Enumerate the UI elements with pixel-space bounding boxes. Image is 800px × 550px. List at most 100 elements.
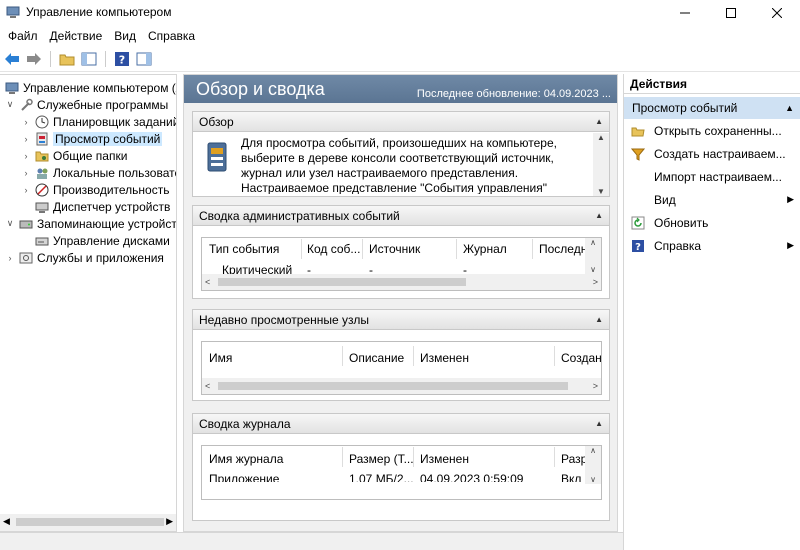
tree-item-storage[interactable]: ∨ Запоминающие устройст (4, 215, 176, 232)
scrollbar-thumb[interactable] (218, 382, 568, 390)
chevron-right-icon[interactable]: › (20, 151, 32, 161)
action-label: Справка (654, 238, 702, 253)
vertical-scrollbar[interactable]: ∧ ∨ (585, 446, 601, 484)
overview-scrollbar[interactable]: ▲ ▼ (593, 133, 609, 196)
action-open-saved[interactable]: Открыть сохраненны... (624, 119, 800, 142)
column-header[interactable]: Описание (349, 351, 404, 365)
collapse-icon[interactable]: ▲ (595, 117, 603, 126)
scroll-right-icon[interactable]: > (593, 277, 598, 287)
panel-header[interactable]: Сводка журнала ▲ (193, 414, 609, 434)
title-bar: Управление компьютером (0, 0, 800, 26)
tree-item-performance[interactable]: › Производительность (20, 181, 170, 198)
column-header[interactable]: Источник (369, 242, 420, 256)
tree-label: Диспетчер устройств (53, 199, 171, 214)
column-separator (532, 239, 533, 259)
collapse-icon[interactable]: ▲ (595, 419, 603, 428)
chevron-right-icon[interactable]: › (20, 168, 32, 178)
panel-header[interactable]: Сводка административных событий ▲ (193, 206, 609, 226)
scrollbar-thumb[interactable] (218, 278, 466, 286)
tree-item-services-apps[interactable]: › Службы и приложения (4, 249, 164, 266)
chevron-down-icon[interactable]: ∨ (4, 99, 16, 110)
table-row[interactable]: Приложение 1,07 МБ/2... 04.09.2023 0:59:… (202, 470, 586, 482)
status-bar (0, 532, 623, 550)
panel-title: Недавно просмотренные узлы (199, 312, 369, 327)
action-create-custom-view[interactable]: Создать настраиваем... (624, 142, 800, 165)
scroll-left-icon[interactable]: < (205, 381, 210, 391)
column-header[interactable]: Журнал (463, 242, 507, 256)
blank-icon (630, 192, 646, 208)
horizontal-scrollbar[interactable]: < > (202, 274, 601, 290)
column-header[interactable]: Тип события (209, 242, 279, 256)
show-hide-action-pane-icon[interactable] (134, 49, 154, 69)
maximize-button[interactable] (708, 0, 754, 26)
action-label: Импорт настраиваем... (654, 169, 782, 184)
scroll-left-icon[interactable]: ◀ (3, 516, 10, 527)
menu-view[interactable]: Вид (108, 29, 142, 43)
panel-header[interactable]: Обзор ▲ (193, 112, 609, 132)
chevron-right-icon[interactable]: › (4, 253, 16, 263)
scroll-right-icon[interactable]: > (593, 381, 598, 391)
tree-item-shared-folders[interactable]: › Общие папки (20, 147, 128, 164)
column-header[interactable]: Имя журнала (209, 452, 283, 466)
actions-pane: Действия Просмотр событий ▲ Открыть сохр… (623, 74, 800, 550)
help-icon[interactable]: ? (112, 49, 132, 69)
collapse-icon[interactable]: ▲ (595, 315, 603, 324)
window-title: Управление компьютером (26, 5, 172, 19)
action-help[interactable]: ? Справка ▶ (624, 234, 800, 257)
up-folder-icon[interactable] (57, 49, 77, 69)
collapse-icon[interactable]: ▲ (595, 211, 603, 220)
column-header[interactable]: Размер (Т... (349, 452, 414, 466)
action-refresh[interactable]: Обновить (624, 211, 800, 234)
tree-item-event-viewer[interactable]: › Просмотр событий (20, 130, 163, 147)
tree-item-disk-management[interactable]: Управление дисками (32, 232, 170, 249)
tree-item-root[interactable]: Управление компьютером (л (2, 79, 176, 96)
tree-item-device-manager[interactable]: Диспетчер устройств (32, 198, 170, 215)
minimize-button[interactable] (662, 0, 708, 26)
column-header[interactable]: Последн (539, 242, 587, 256)
tree-item-local-users[interactable]: › Локальные пользовате (20, 164, 177, 181)
scroll-left-icon[interactable]: < (205, 277, 210, 287)
column-header[interactable]: Разр (561, 452, 587, 466)
blank-icon (630, 169, 646, 185)
tree-item-task-scheduler[interactable]: › Планировщик заданий (20, 113, 177, 130)
action-import-custom-view[interactable]: Импорт настраиваем... (624, 165, 800, 188)
column-header[interactable]: Код соб... (307, 242, 360, 256)
panel-header[interactable]: Недавно просмотренные узлы ▲ (193, 310, 609, 330)
chevron-right-icon[interactable]: › (20, 185, 32, 195)
chevron-right-icon[interactable]: › (20, 134, 32, 144)
chevron-right-icon[interactable]: › (20, 117, 32, 127)
log-summary-panel: Сводка журнала ▲ Имя журнала Размер (Т..… (192, 413, 610, 521)
tree-horizontal-scrollbar[interactable]: ◀ ▶ (0, 514, 176, 531)
scroll-up-icon[interactable]: ∧ (590, 238, 596, 247)
column-header[interactable]: Изменен (420, 452, 469, 466)
scroll-up-icon[interactable]: ▲ (597, 133, 605, 142)
menu-file[interactable]: Файл (2, 29, 44, 43)
back-icon[interactable] (2, 49, 22, 69)
close-button[interactable] (754, 0, 800, 26)
action-label: Открыть сохраненны... (654, 123, 782, 138)
vertical-scrollbar[interactable]: ∧ ∨ (585, 238, 601, 274)
menu-help[interactable]: Справка (142, 29, 201, 43)
column-separator (342, 447, 343, 467)
chevron-down-icon[interactable]: ∨ (4, 218, 16, 229)
menu-action[interactable]: Действие (44, 29, 109, 43)
scroll-right-icon[interactable]: ▶ (166, 516, 173, 527)
scroll-down-icon[interactable]: ∨ (590, 475, 596, 484)
show-hide-tree-icon[interactable] (79, 49, 99, 69)
device-manager-icon (34, 199, 50, 215)
collapse-icon[interactable]: ▲ (785, 103, 794, 113)
admin-events-list: Тип события Код соб... Источник Журнал П… (201, 237, 602, 291)
action-view[interactable]: Вид ▶ (624, 188, 800, 211)
scroll-down-icon[interactable]: ∨ (590, 265, 596, 274)
scroll-down-icon[interactable]: ▼ (597, 187, 605, 196)
tree-label: Общие папки (53, 148, 128, 163)
tree-item-service-tools[interactable]: ∨ Служебные программы (4, 96, 169, 113)
scroll-up-icon[interactable]: ∧ (590, 446, 596, 455)
forward-icon[interactable] (24, 49, 44, 69)
column-header[interactable]: Имя (209, 351, 232, 365)
horizontal-scrollbar[interactable]: < > (202, 378, 601, 394)
column-header[interactable]: Создан (561, 351, 601, 365)
scrollbar-thumb[interactable] (16, 518, 164, 526)
column-header[interactable]: Изменен (420, 351, 469, 365)
actions-section-header[interactable]: Просмотр событий ▲ (624, 97, 800, 119)
